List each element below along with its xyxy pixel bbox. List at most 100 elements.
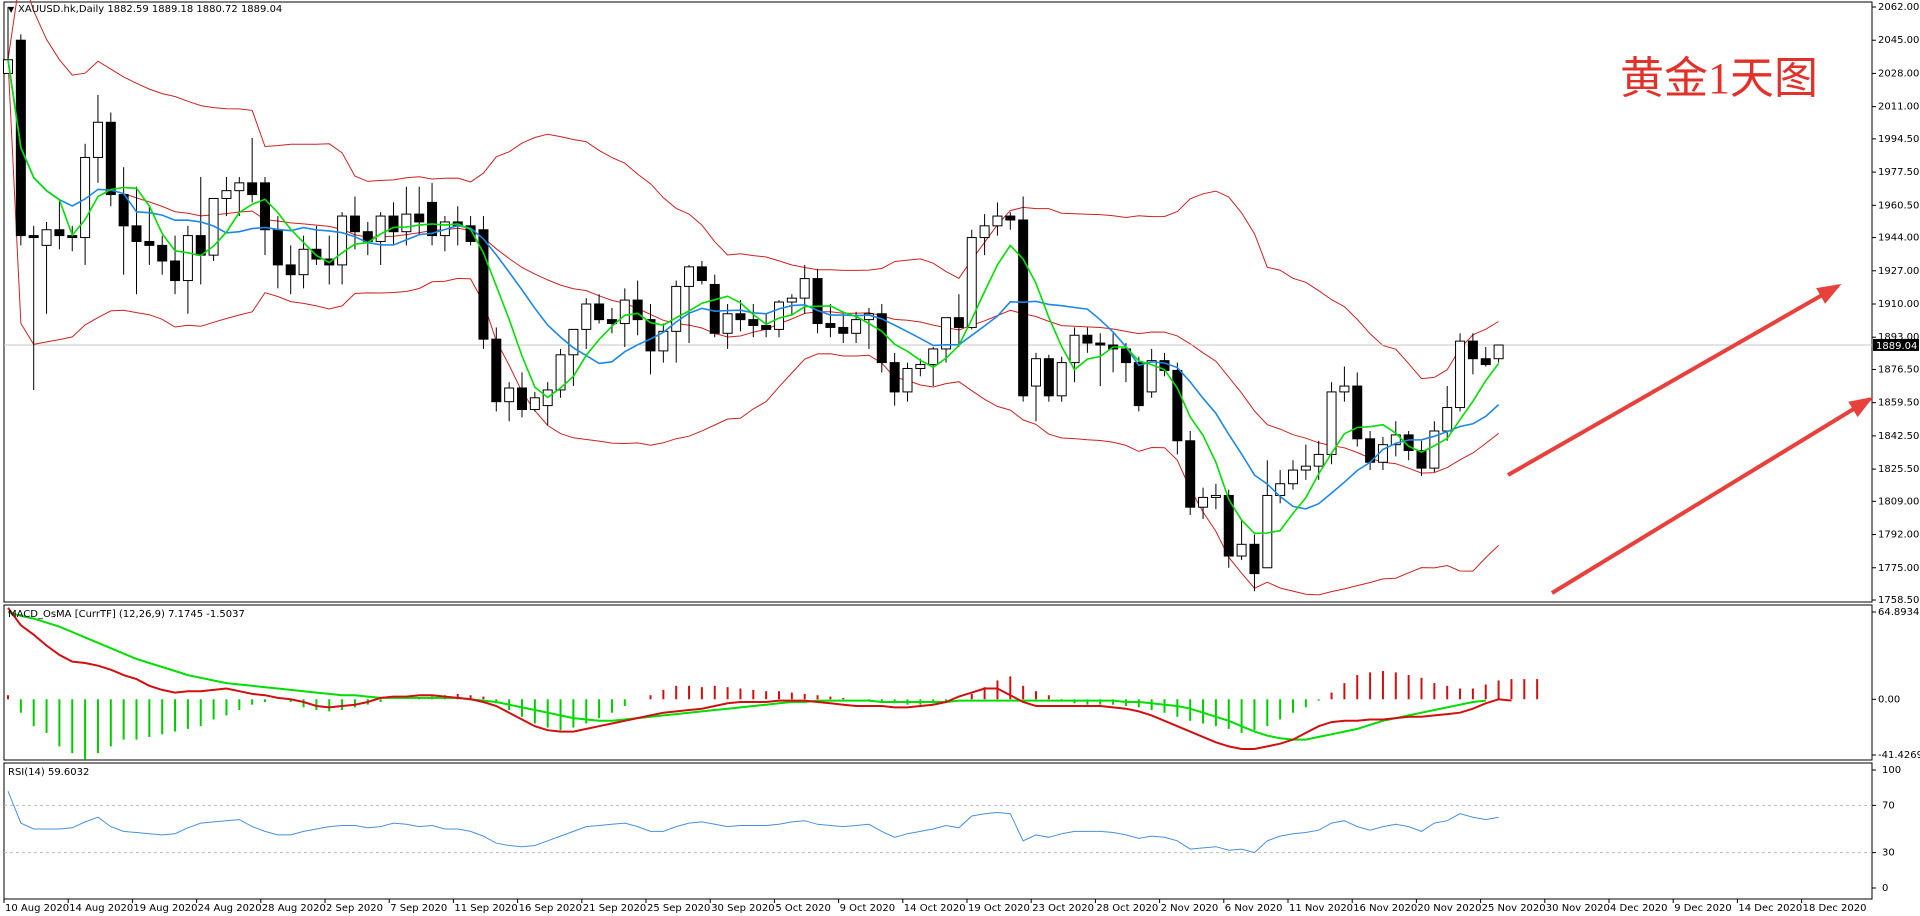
candle [92,94,103,183]
candle [247,137,258,203]
candle-body [774,301,784,330]
candle [1339,366,1350,402]
candle-body [915,364,926,369]
candle [1390,421,1401,457]
candle [1210,483,1221,510]
candle [992,202,1003,236]
macd-tick-label: 64.8934 [1878,607,1919,618]
date-tick-label: 21 Sep 2020 [583,903,646,914]
candle [439,216,450,252]
candle-body [1082,334,1093,344]
candle [979,214,990,256]
trend-arrow-lower [1550,396,1874,595]
candle-body [1198,496,1209,508]
candle-body [722,313,733,334]
candle-body [619,299,630,325]
candle-body [1339,385,1350,393]
price-tick-label: 1994.50 [1878,134,1919,145]
candle-body [517,387,527,410]
candle [1249,534,1260,592]
candle-body [28,235,39,239]
rsi-panel-frame [3,762,1873,900]
candle-body [170,260,181,282]
date-tick-label: 30 Nov 2020 [1546,903,1610,914]
candle [157,235,168,275]
chart-title: 黄金1天图 [1620,54,1818,103]
rsi-line [7,791,1499,854]
date-tick-label: 16 Sep 2020 [519,903,582,914]
price-tick-label: 2028.00 [1878,68,1919,79]
candle-body [799,278,810,299]
candle-body [889,362,900,393]
date-tick-label: 6 Nov 2020 [1225,903,1283,914]
trend-arrow-lower-shaft [1550,397,1872,595]
candle [504,382,515,422]
candle-body [427,201,438,237]
candle-body [285,264,296,276]
current-price-label: 1889.04 [1876,341,1917,352]
candle [761,313,772,338]
date-tick-label: 14 Dec 2020 [1738,903,1802,914]
candle [170,235,181,295]
candle-body [1249,543,1260,575]
price-tick-label: 1758.50 [1878,595,1919,606]
candle-body [131,225,142,242]
macd-tick-label: 0.00 [1878,694,1900,705]
candle-body [684,266,695,287]
candle [902,362,913,402]
candle [568,328,579,387]
candle [131,186,142,295]
candle [311,225,322,265]
candle-body [92,121,103,158]
candle-body [401,213,412,233]
candle-body [15,39,26,237]
date-tick-label: 14 Aug 2020 [69,903,133,914]
candle [542,382,553,426]
ma-slow-line [7,59,1500,510]
date-tick-label: 28 Oct 2020 [1096,903,1158,914]
candle [15,34,26,246]
date-tick-label: 16 Nov 2020 [1353,903,1417,914]
rsi-tick-label: 0 [1882,883,1888,894]
candle [182,225,193,314]
trend-arrow-upper-head [1816,284,1842,304]
collapse-triangle-icon[interactable]: ▼ [8,5,15,14]
candle-body [54,229,65,237]
candle-body [491,338,502,403]
candle [337,212,348,285]
candle-body [581,303,592,330]
candle [427,182,438,246]
date-tick-label: 2 Nov 2020 [1161,903,1219,914]
date-tick-label: 28 Aug 2020 [262,903,326,914]
candle [696,261,707,285]
trend-arrow-lower-head [1848,396,1874,418]
candle [144,206,155,265]
candle-body [221,190,232,199]
candle-body [1133,362,1144,407]
date-tick-label: 4 Dec 2020 [1610,903,1668,914]
candle [684,264,695,344]
macd-header: MACD_OsMA [CurrTF] (12,26,9) 7.1745 -1.5… [8,609,245,620]
candle [388,202,399,246]
candle [260,176,270,256]
candle [80,143,91,265]
candle [632,280,643,336]
candle-body [979,225,990,239]
candle-body [1326,391,1337,455]
candle [1031,352,1041,422]
price-tick-label: 1960.50 [1878,200,1919,211]
price-tick-label: 1859.50 [1878,398,1919,409]
candle [812,268,823,334]
axes: 2062.00 2045.00 2028.00 2011.00 1994.50 1977.… [3,2,1920,914]
candle [1082,327,1093,353]
date-tick-label: 25 Nov 2020 [1482,903,1546,914]
candle-body [1442,407,1453,432]
date-tick-label: 7 Sep 2020 [390,903,447,914]
candle-body [838,326,849,334]
candle [414,186,425,236]
candle [594,294,605,324]
trading-chart[interactable]: 2062.00 2045.00 2028.00 2011.00 1994.50 1977.… [0,0,1920,916]
candle [118,167,129,275]
price-tick-label: 2062.00 [1878,2,1919,13]
candle-body [1095,342,1106,346]
